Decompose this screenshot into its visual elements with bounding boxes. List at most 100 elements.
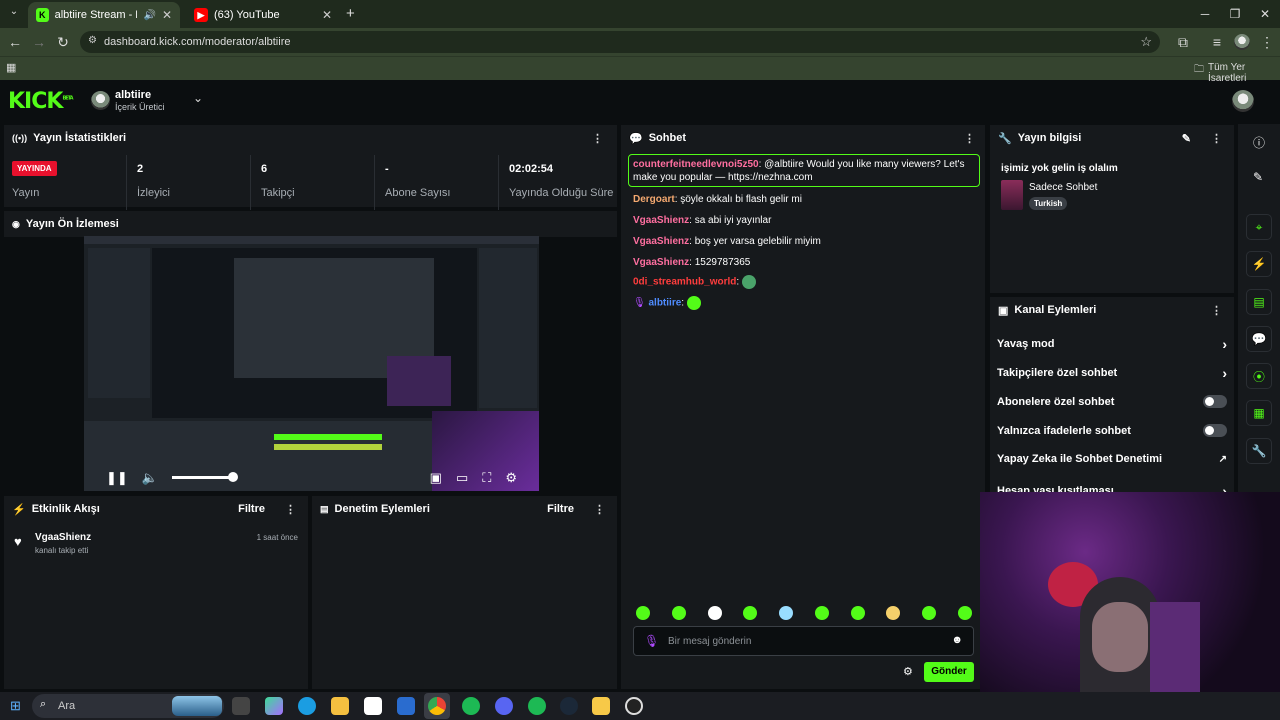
more-options-icon[interactable]: ⋮ bbox=[594, 503, 605, 516]
wrench-icon[interactable]: 🔧 bbox=[1246, 438, 1272, 464]
windows-start-icon[interactable]: ⊞ bbox=[10, 698, 21, 714]
forward-icon[interactable]: → bbox=[28, 32, 50, 52]
back-icon[interactable]: ← bbox=[4, 32, 26, 52]
chat-username[interactable]: VgaaShienz bbox=[633, 257, 689, 268]
obs-icon[interactable] bbox=[625, 697, 643, 715]
channel-avatar[interactable] bbox=[91, 91, 110, 110]
emoji-picker-icon[interactable]: ☻ bbox=[951, 634, 963, 646]
menu-icon[interactable]: ⋮ bbox=[1256, 32, 1278, 52]
more-options-icon[interactable]: ⋮ bbox=[285, 503, 296, 516]
copilot-icon[interactable] bbox=[265, 697, 283, 715]
subscribers-only-toggle[interactable] bbox=[1203, 395, 1227, 408]
media-control-icon[interactable]: ≡ bbox=[1206, 32, 1228, 52]
chrome-icon[interactable] bbox=[428, 697, 446, 715]
address-bar[interactable]: ⚙ dashboard.kick.com/moderator/albtiire … bbox=[80, 31, 1160, 53]
broadcast-icon[interactable]: ⦿ bbox=[1246, 363, 1272, 389]
category-thumbnail[interactable] bbox=[1001, 180, 1023, 210]
taskbar-search[interactable]: ⌕ Ara bbox=[32, 694, 224, 718]
target-icon[interactable]: ⌖ bbox=[1246, 214, 1272, 240]
steam-icon[interactable] bbox=[560, 697, 578, 715]
store-icon[interactable] bbox=[364, 697, 382, 715]
emotes-only-toggle[interactable] bbox=[1203, 424, 1227, 437]
reload-icon[interactable]: ↻ bbox=[52, 32, 74, 52]
tab-youtube[interactable]: ▶ (63) YouTube ✕ bbox=[186, 2, 340, 28]
tab-search-icon[interactable]: ⌄ bbox=[6, 6, 22, 22]
spotify-icon[interactable] bbox=[462, 697, 480, 715]
chat-username[interactable]: 0di_streamhub_world bbox=[633, 277, 736, 288]
speaker-icon[interactable]: 🔊 bbox=[143, 10, 155, 21]
filter-button[interactable]: Filtre bbox=[238, 503, 265, 515]
app-icon[interactable] bbox=[592, 697, 610, 715]
ai-moderation-row[interactable]: Yapay Zeka ile Sohbet Denetimi ↗ bbox=[997, 453, 1227, 465]
spotify-icon[interactable] bbox=[528, 697, 546, 715]
close-tab-icon[interactable]: ✕ bbox=[162, 8, 172, 22]
file-explorer-icon[interactable] bbox=[331, 697, 349, 715]
close-tab-icon[interactable]: ✕ bbox=[322, 8, 332, 22]
action-label: Yalnızca ifadelerle sohbet bbox=[997, 424, 1131, 437]
emote-icon[interactable] bbox=[886, 606, 901, 620]
more-options-icon[interactable]: ⋮ bbox=[964, 132, 975, 145]
stat-followers: 6 Takipçi bbox=[250, 155, 374, 211]
more-options-icon[interactable]: ⋮ bbox=[592, 132, 603, 145]
bookmark-star-icon[interactable]: ☆ bbox=[1140, 34, 1152, 50]
followers-only-row[interactable]: Takipçilere özel sohbet › bbox=[997, 365, 1227, 381]
layers-icon[interactable]: ▦ bbox=[1246, 400, 1272, 426]
stream-category[interactable]: Sadece Sohbet bbox=[1029, 182, 1097, 193]
tab-kick[interactable]: K albtiire Stream - Kick Dashb 🔊 ✕ bbox=[28, 2, 180, 28]
discord-icon[interactable] bbox=[495, 697, 513, 715]
volume-knob[interactable] bbox=[227, 472, 238, 482]
chat-username[interactable]: counterfeitneedlevnoi5z50 bbox=[633, 159, 759, 170]
edge-icon[interactable] bbox=[298, 697, 316, 715]
minimize-icon[interactable]: ─ bbox=[1190, 4, 1220, 24]
clipboard-icon[interactable]: ▤ bbox=[1246, 289, 1272, 315]
video-player[interactable]: ❚❚ 🔈 ▣ ▭ ⛶ ⚙ bbox=[84, 236, 539, 491]
emote-icon[interactable] bbox=[636, 606, 650, 620]
mail-icon[interactable] bbox=[397, 697, 415, 715]
emote-icon[interactable] bbox=[922, 606, 937, 620]
user-avatar[interactable] bbox=[1232, 90, 1254, 112]
more-options-icon[interactable]: ⋮ bbox=[1211, 304, 1222, 317]
fullscreen-icon[interactable]: ⛶ bbox=[482, 470, 491, 486]
new-tab-icon[interactable]: + bbox=[346, 5, 355, 22]
emote-icon[interactable] bbox=[850, 606, 865, 620]
profile-avatar[interactable] bbox=[1234, 34, 1250, 50]
site-info-icon[interactable]: ⚙ bbox=[88, 35, 97, 46]
chat-username[interactable]: albtiire bbox=[648, 298, 681, 309]
emote-icon bbox=[741, 275, 756, 289]
chat-username[interactable]: Dergoart bbox=[633, 194, 675, 205]
pause-icon[interactable]: ❚❚ bbox=[106, 470, 128, 486]
stat-uptime: 02:02:54 Yayında Olduğu Süre bbox=[498, 155, 618, 211]
emote-icon[interactable] bbox=[957, 606, 972, 620]
restore-icon[interactable]: ❐ bbox=[1220, 4, 1250, 24]
chat-input[interactable]: 🎙 Bir mesaj gönderin ☻ bbox=[633, 626, 974, 656]
kick-logo[interactable]: KICKBETA bbox=[8, 89, 74, 114]
emote-icon[interactable] bbox=[707, 606, 722, 620]
channel-switcher-chevron-icon[interactable]: ⌄ bbox=[193, 91, 203, 105]
edit-icon[interactable]: ✎ bbox=[1253, 170, 1263, 184]
info-icon[interactable]: ⓘ bbox=[1253, 134, 1265, 151]
extensions-icon[interactable]: ⧉ bbox=[1172, 32, 1194, 52]
lightning-icon[interactable]: ⚡ bbox=[1246, 251, 1272, 277]
volume-slider[interactable] bbox=[171, 472, 238, 482]
emote-icon[interactable] bbox=[814, 606, 829, 620]
apps-grid-icon[interactable]: ▦ bbox=[6, 61, 16, 74]
chat-username[interactable]: VgaaShienz bbox=[633, 215, 689, 226]
close-window-icon[interactable]: ✕ bbox=[1250, 4, 1280, 24]
chat-settings-gear-icon[interactable]: ⚙ bbox=[903, 665, 913, 678]
edit-pencil-icon[interactable]: ✎ bbox=[1182, 132, 1191, 145]
miniplayer-icon[interactable]: ▣ bbox=[430, 470, 442, 486]
chat-username[interactable]: VgaaShienz bbox=[633, 236, 689, 247]
emote-icon[interactable] bbox=[671, 606, 686, 620]
emote-icon[interactable] bbox=[779, 606, 794, 620]
send-button[interactable]: Gönder bbox=[924, 662, 974, 682]
task-view-icon[interactable] bbox=[232, 697, 250, 715]
chat-icon[interactable]: 💬 bbox=[1246, 326, 1272, 352]
filter-button[interactable]: Filtre bbox=[547, 503, 574, 515]
theater-icon[interactable]: ▭ bbox=[456, 470, 468, 486]
volume-icon[interactable]: 🔈 bbox=[142, 470, 158, 486]
emote-icon[interactable] bbox=[743, 606, 758, 620]
slow-mode-row[interactable]: Yavaş mod › bbox=[997, 336, 1227, 352]
settings-gear-icon[interactable]: ⚙ bbox=[505, 470, 517, 486]
more-options-icon[interactable]: ⋮ bbox=[1211, 132, 1222, 145]
language-tag: Turkish bbox=[1029, 197, 1068, 210]
